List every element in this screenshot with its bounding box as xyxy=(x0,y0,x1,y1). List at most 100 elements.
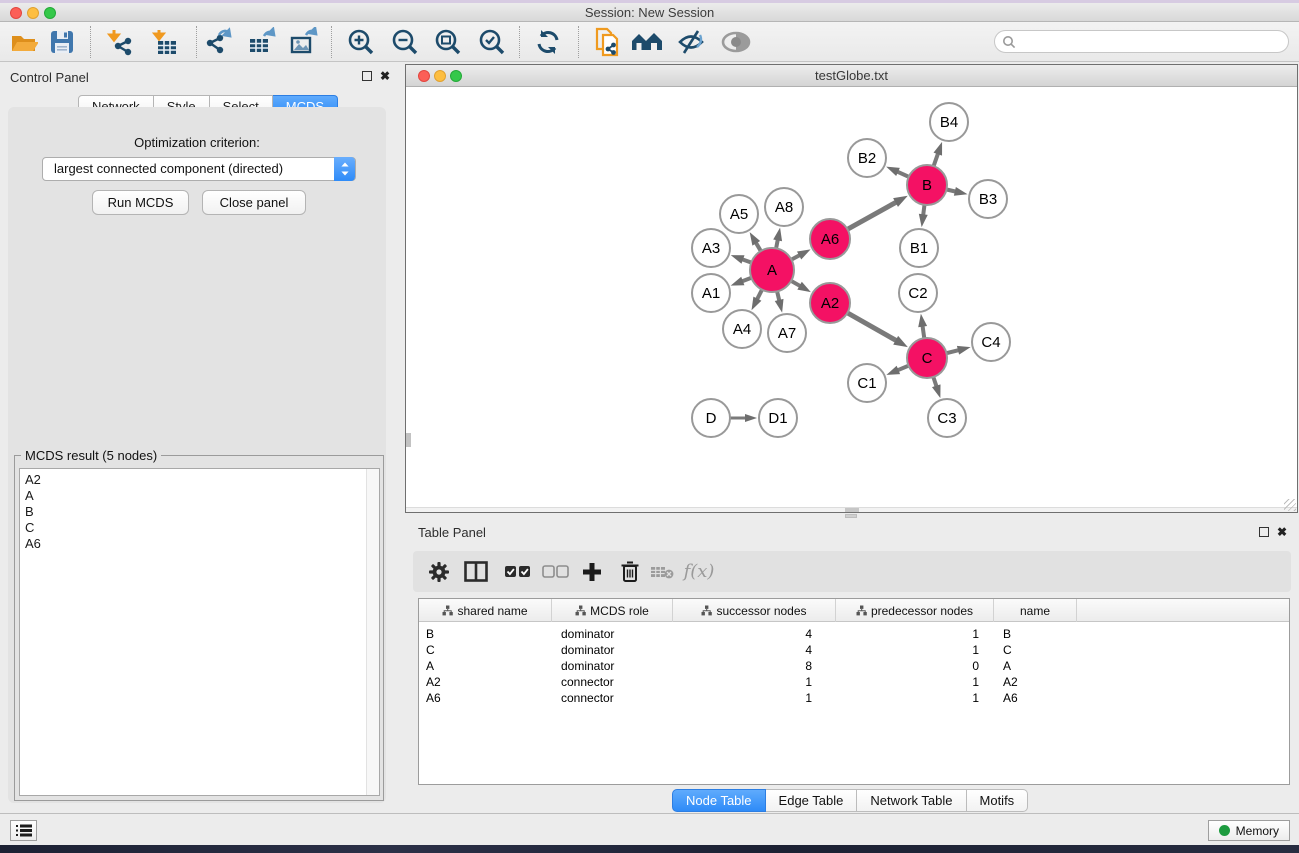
optimization-criterion-value: largest connected component (directed) xyxy=(54,161,283,176)
vertical-scroll-thumb[interactable] xyxy=(406,433,411,447)
import-table-icon xyxy=(150,27,180,57)
graphics-details-button[interactable] xyxy=(718,26,754,58)
memory-button[interactable]: Memory xyxy=(1208,820,1290,841)
export-image-icon xyxy=(288,27,318,57)
graph-edge-arrowhead xyxy=(957,346,971,355)
search-field[interactable] xyxy=(994,30,1289,53)
graph-edge-arrowhead xyxy=(932,384,941,398)
graph-edge-arrowhead xyxy=(731,277,745,286)
table-row[interactable]: Cdominator41C xyxy=(419,642,1289,658)
tab-network-table[interactable]: Network Table xyxy=(857,789,966,812)
export-table-icon xyxy=(246,27,276,57)
table-toolbar: f(x) xyxy=(413,551,1291,592)
close-panel-icon[interactable]: ✖ xyxy=(1277,526,1287,538)
table-panel-title: Table Panel xyxy=(418,525,486,540)
ndex-import-button[interactable] xyxy=(589,26,625,58)
network-canvas[interactable]: AA1A2A3A4A5A6A7A8BB1B2B3B4CC1C2C3C4DD1 xyxy=(406,87,1297,512)
zoom-in-icon xyxy=(346,27,376,57)
graph-node-label: B1 xyxy=(910,240,928,257)
refresh-arrows-icon xyxy=(533,27,563,57)
graph-node-label: C xyxy=(922,350,933,367)
tab-node-table[interactable]: Node Table xyxy=(672,789,766,812)
delete-table-button[interactable] xyxy=(647,551,677,592)
network-window-titlebar[interactable]: testGlobe.txt xyxy=(406,65,1297,87)
zoom-out-button[interactable] xyxy=(387,26,423,58)
graph-node-label: A8 xyxy=(775,199,793,216)
trash-icon xyxy=(620,560,640,583)
search-input[interactable] xyxy=(1020,33,1288,51)
import-table-button[interactable] xyxy=(147,26,183,58)
table-row[interactable]: Bdominator41B xyxy=(419,626,1289,642)
create-column-button[interactable] xyxy=(576,551,608,592)
horizontal-scrollbar[interactable] xyxy=(406,507,1297,512)
graph-node-label: A2 xyxy=(821,295,839,312)
column-header-name[interactable]: name xyxy=(994,599,1077,622)
zoom-in-button[interactable] xyxy=(343,26,379,58)
save-session-button[interactable] xyxy=(44,26,80,58)
mcds-result-title: MCDS result (5 nodes) xyxy=(21,448,161,463)
open-session-button[interactable] xyxy=(5,26,41,58)
tab-motifs[interactable]: Motifs xyxy=(967,789,1029,812)
search-icon xyxy=(1002,35,1016,49)
graph-edge-arrowhead xyxy=(934,142,943,156)
float-panel-icon[interactable] xyxy=(1259,527,1269,537)
zoom-fit-button[interactable] xyxy=(430,26,466,58)
deselect-all-button[interactable] xyxy=(539,551,573,592)
graph-node-label: A6 xyxy=(821,231,839,248)
network-graph[interactable]: AA1A2A3A4A5A6A7A8BB1B2B3B4CC1C2C3C4DD1 xyxy=(406,87,1297,512)
float-panel-icon[interactable] xyxy=(362,71,372,81)
export-image-button[interactable] xyxy=(285,26,321,58)
list-item[interactable]: A2 xyxy=(20,472,379,488)
show-columns-button[interactable] xyxy=(461,551,491,592)
shared-column-icon xyxy=(575,605,586,616)
table-header: shared name MCDS role successor nodes pr… xyxy=(419,599,1289,622)
graph-node-label: A3 xyxy=(702,240,720,257)
table-row[interactable]: Adominator80A xyxy=(419,658,1289,674)
annotation-pen-icon xyxy=(676,27,706,57)
list-item[interactable]: C xyxy=(20,520,379,536)
import-network-button[interactable] xyxy=(102,26,138,58)
graph-edge-arrowhead xyxy=(886,366,900,375)
shared-column-icon xyxy=(442,605,453,616)
select-all-button[interactable] xyxy=(501,551,535,592)
list-item[interactable]: A xyxy=(20,488,379,504)
cybrowser-home-button[interactable] xyxy=(629,26,665,58)
table-settings-button[interactable] xyxy=(425,551,453,592)
column-header-successor-nodes[interactable]: successor nodes xyxy=(673,599,836,622)
tab-edge-table[interactable]: Edge Table xyxy=(766,789,858,812)
task-history-button[interactable] xyxy=(10,820,37,841)
graph-edge-arrowhead xyxy=(745,414,757,422)
export-table-button[interactable] xyxy=(243,26,279,58)
column-header-mcds-role[interactable]: MCDS role xyxy=(552,599,673,622)
run-mcds-button[interactable]: Run MCDS xyxy=(92,190,189,215)
export-network-button[interactable] xyxy=(200,26,236,58)
control-panel-title: Control Panel xyxy=(10,70,89,85)
close-panel-button[interactable]: Close panel xyxy=(202,190,306,215)
graph-node-label: D xyxy=(706,410,717,427)
hide-annotations-button[interactable] xyxy=(673,26,709,58)
optimization-criterion-select[interactable]: largest connected component (directed) xyxy=(42,157,356,181)
splitter-handle[interactable] xyxy=(845,514,857,518)
graph-edge-arrowhead xyxy=(797,249,811,259)
graph-node-label: B4 xyxy=(940,114,958,131)
close-panel-icon[interactable]: ✖ xyxy=(380,70,390,82)
graph-edge-arrowhead xyxy=(731,255,745,264)
list-scrollbar[interactable] xyxy=(366,469,379,795)
table-row[interactable]: A6connector11A6 xyxy=(419,690,1289,706)
zoom-selected-button[interactable] xyxy=(474,26,510,58)
eye-icon xyxy=(720,30,752,54)
graph-node-label: B2 xyxy=(858,150,876,167)
column-header-predecessor-nodes[interactable]: predecessor nodes xyxy=(836,599,994,622)
delete-column-button[interactable] xyxy=(615,551,645,592)
apply-layout-button[interactable] xyxy=(530,26,566,58)
shared-column-icon xyxy=(701,605,712,616)
desktop-strip-bottom xyxy=(0,845,1299,853)
function-builder-button[interactable]: f(x) xyxy=(679,551,719,592)
mcds-result-list[interactable]: A2 A B C A6 xyxy=(19,468,380,796)
resize-grip[interactable] xyxy=(1284,499,1296,511)
save-floppy-icon xyxy=(48,28,76,56)
column-header-shared-name[interactable]: shared name xyxy=(419,599,552,622)
list-item[interactable]: A6 xyxy=(20,536,379,552)
list-item[interactable]: B xyxy=(20,504,379,520)
table-row[interactable]: A2connector11A2 xyxy=(419,674,1289,690)
